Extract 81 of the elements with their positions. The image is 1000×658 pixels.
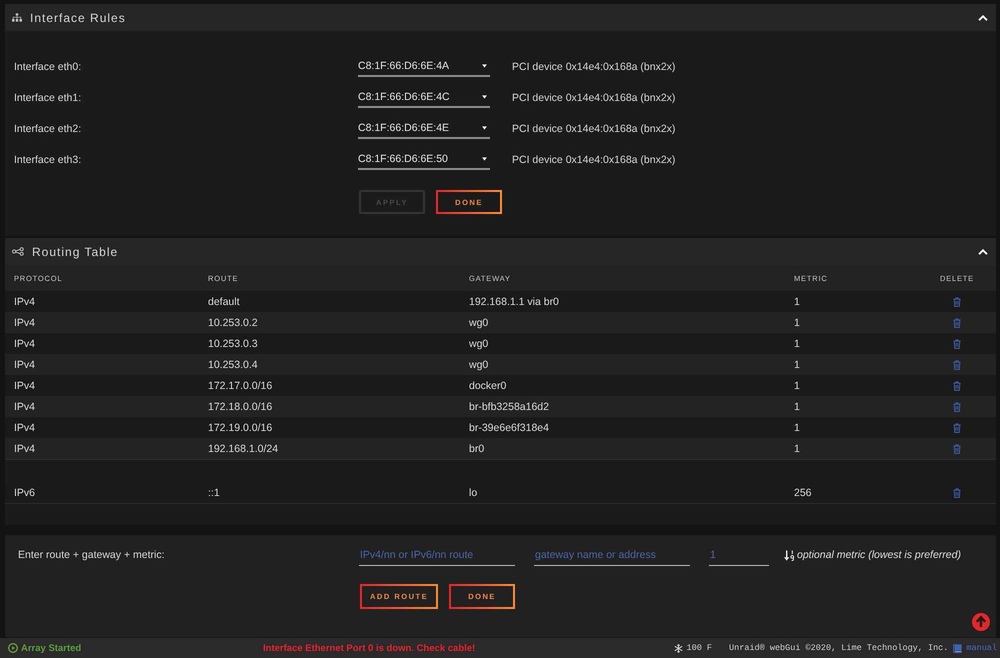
alert-message: Interface Ethernet Port 0 is down. Check cable! [263, 642, 476, 654]
add-route-label: Enter route + gateway + metric: [18, 549, 166, 561]
table-cell-text: IPv4 [14, 400, 36, 412]
trash-icon[interactable] [953, 296, 961, 306]
mac-select[interactable]: C8:1F:66:D6:6E:50 [358, 150, 490, 170]
panel-title: Interface Rules [30, 10, 126, 24]
trash-icon[interactable] [953, 488, 961, 498]
play-circle-icon [8, 643, 18, 653]
table-cell-text: IPv4 [14, 296, 36, 308]
table-cell-text: IPv4 [14, 358, 36, 370]
gateway-input[interactable]: gateway name or address [534, 544, 690, 566]
share-nodes-icon [12, 247, 24, 256]
table-cell-text: IPv6 [14, 486, 36, 498]
caret-icon [482, 64, 487, 68]
table-cell-text: 192.168.1.0/24 [208, 442, 280, 454]
route-input[interactable]: IPv4/nn or IPv6/nn route [359, 544, 515, 566]
table-cell-text: wg0 [469, 316, 490, 328]
table-cell-text: wg0 [469, 338, 490, 350]
interface-label: Interface eth0: [14, 60, 82, 72]
table-cell-text: IPv4 [14, 422, 36, 434]
sort-down-icon [784, 550, 795, 560]
table-cell-text: 1 [794, 358, 801, 370]
metric-input[interactable]: 1 [709, 544, 769, 566]
table-cell-text: IPv4 [14, 442, 36, 454]
table-cell-text: IPv4 [14, 380, 36, 392]
table-cell-text: IPv4 [14, 338, 36, 350]
caret-icon [482, 94, 487, 98]
chevron-up-icon[interactable] [978, 14, 988, 20]
mac-select[interactable]: C8:1F:66:D6:6E:4A [358, 56, 490, 76]
table-cell-text: wg0 [469, 358, 490, 370]
trash-icon[interactable] [953, 380, 961, 390]
table-cell-text: 172.19.0.0/16 [208, 422, 274, 434]
snowflake-icon [674, 644, 683, 652]
metric-hint: optional metric (lowest is preferred) [797, 549, 961, 561]
device-description: PCI device 0x14e4:0x168a (bnx2x) [512, 92, 676, 104]
table-cell-text: br0 [469, 442, 486, 454]
trash-icon[interactable] [953, 318, 961, 328]
book-icon [953, 644, 962, 652]
copyright-text: Unraid® webGui ©2020, Lime Technology, Inc. [729, 643, 948, 653]
table-cell-text: br-39e6e6f318e4 [469, 422, 550, 434]
sitemap-icon [12, 13, 22, 22]
table-cell-text: br-bfb3258a16d2 [469, 400, 550, 412]
table-cell-text: 192.168.1.1 via br0 [469, 296, 560, 308]
panel-title: Routing Table [32, 244, 118, 258]
temperature-reading: 100 F [686, 643, 712, 653]
table-cell-text: docker0 [469, 380, 508, 392]
table-cell-text: 1 [794, 380, 801, 392]
caret-icon [482, 156, 487, 160]
table-cell-text: 172.18.0.0/16 [208, 400, 274, 412]
interface-label: Interface eth3: [14, 154, 82, 166]
table-cell-text: 10.253.0.4 [208, 358, 259, 370]
table-cell-text: lo [469, 486, 478, 498]
device-description: PCI device 0x14e4:0x168a (bnx2x) [512, 154, 676, 166]
table-cell-text: 1 [794, 400, 801, 412]
table-cell-text: 1 [794, 296, 801, 308]
caret-icon [482, 126, 487, 130]
chevron-up-icon[interactable] [978, 248, 988, 254]
trash-icon[interactable] [953, 422, 961, 432]
table-cell-text: IPv4 [14, 316, 36, 328]
table-cell-text: 1 [794, 422, 801, 434]
device-description: PCI device 0x14e4:0x168a (bnx2x) [512, 122, 676, 134]
interface-label: Interface eth1: [14, 92, 82, 104]
scroll-up-icon[interactable] [972, 613, 990, 631]
table-cell-text: 10.253.0.3 [208, 338, 259, 350]
table-cell-text: 1 [794, 316, 801, 328]
device-description: PCI device 0x14e4:0x168a (bnx2x) [512, 60, 676, 72]
table-cell-text: 1 [794, 442, 801, 454]
trash-icon[interactable] [953, 444, 961, 454]
table-cell-text: 10.253.0.2 [208, 316, 259, 328]
interface-label: Interface eth2: [14, 122, 82, 134]
table-cell-text: ::1 [208, 486, 221, 498]
trash-icon[interactable] [953, 338, 961, 348]
mac-select[interactable]: C8:1F:66:D6:6E:4E [358, 118, 490, 138]
mac-select[interactable]: C8:1F:66:D6:6E:4C [358, 88, 490, 108]
array-status: Array Started [21, 642, 82, 654]
table-cell-text: 1 [794, 338, 801, 350]
trash-icon[interactable] [953, 402, 961, 412]
table-cell-text: default [208, 296, 241, 308]
table-cell-text: 172.17.0.0/16 [208, 380, 274, 392]
table-cell-text: 256 [794, 486, 813, 498]
trash-icon[interactable] [953, 360, 961, 370]
